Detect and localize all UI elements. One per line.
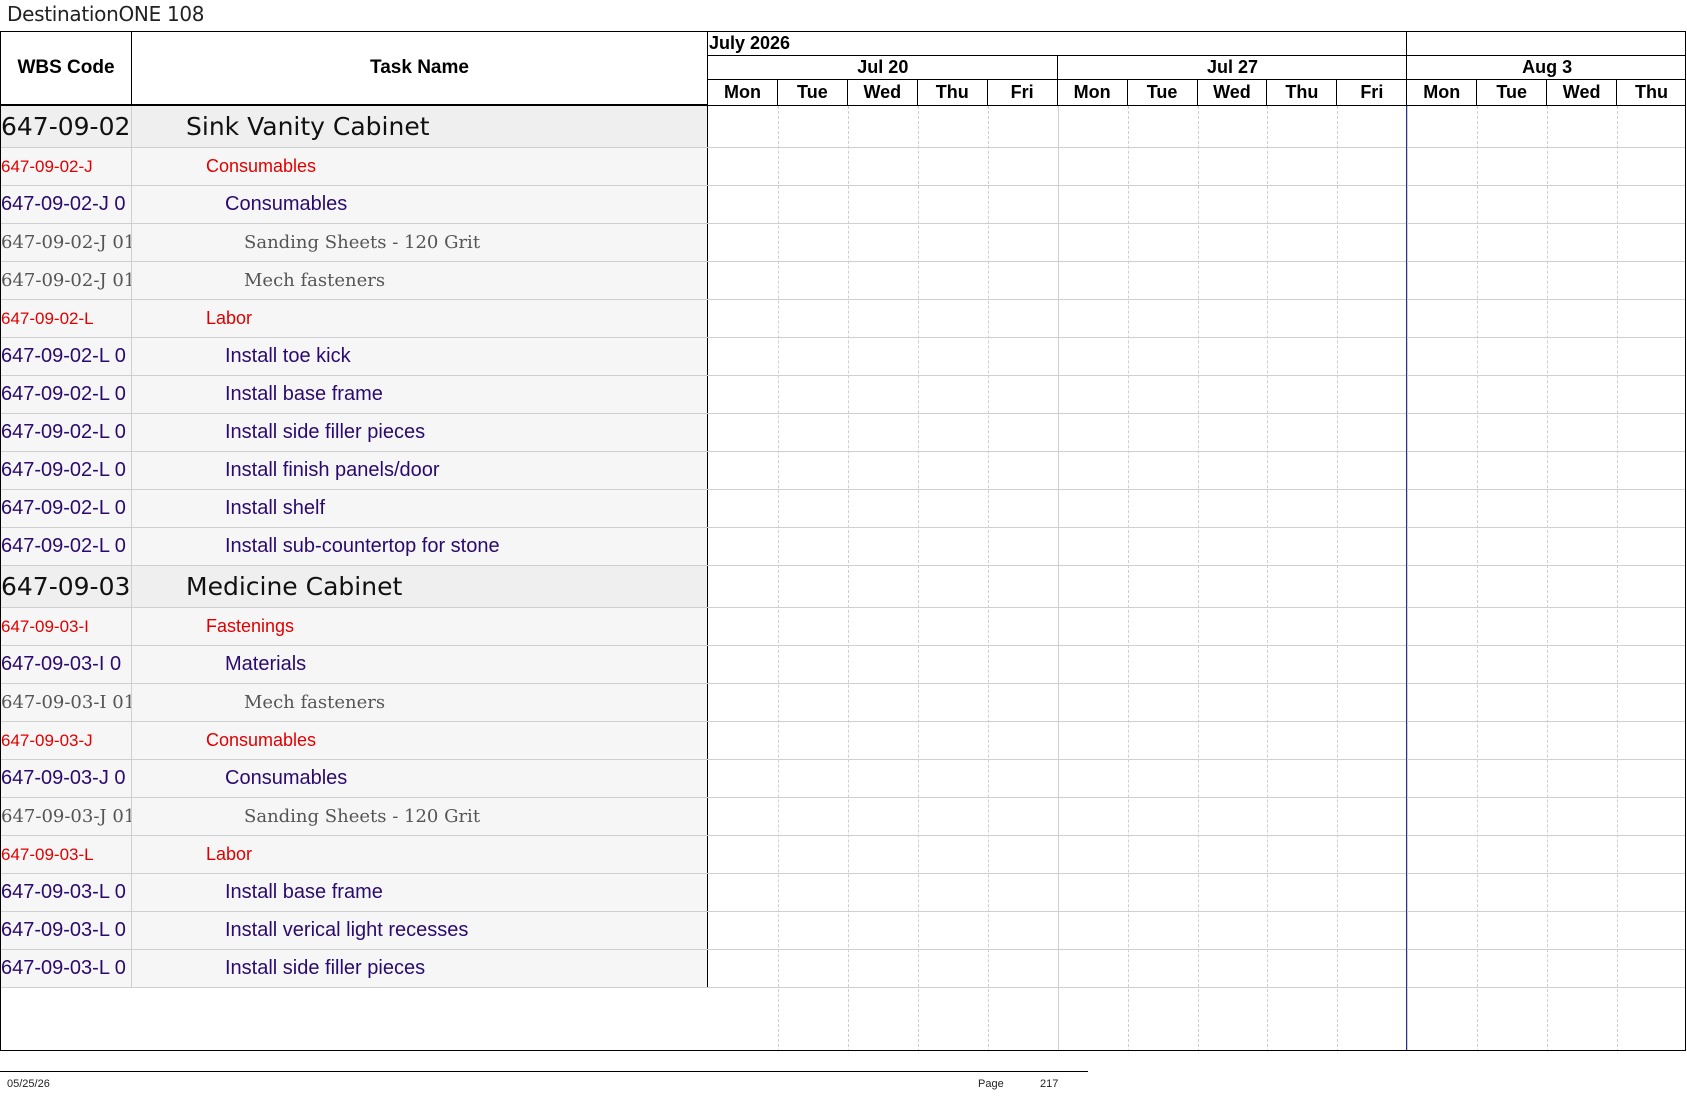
day-header: Fri: [988, 80, 1058, 105]
day-header: Tue: [778, 80, 848, 105]
document-title: DestinationONE 108: [7, 2, 205, 26]
wbs-code-cell: 647-09-03-I: [1, 608, 132, 645]
wbs-code-cell: 647-09-02-J 0: [1, 186, 132, 223]
table-row[interactable]: 647-09-03-I 01- Mech fasteners: [1, 684, 1685, 722]
task-name-cell: Consumables: [132, 148, 708, 185]
footer-page-number: 217: [1040, 1078, 1059, 1090]
wbs-code-cell: 647-09-03-J 0: [1, 760, 132, 797]
day-header: Wed: [848, 80, 918, 105]
table-row[interactable]: 647-09-02-L Labor: [1, 300, 1685, 338]
wbs-code-cell: 647-09-02-J 01: [1, 224, 132, 261]
day-header: Wed: [1547, 80, 1618, 105]
task-name-cell: Materials: [132, 646, 708, 683]
month-header: July 2026: [708, 32, 1408, 56]
day-header: Thu: [1267, 80, 1338, 105]
task-name-cell: Consumables: [132, 722, 708, 759]
table-row[interactable]: 647-09-02-J 0 Consumables: [1, 186, 1685, 224]
wbs-code-cell: 647-09-02-L 0: [1, 452, 132, 489]
task-name-cell: Sanding Sheets - 120 Grit: [132, 798, 708, 835]
table-row[interactable]: 647-09-03 Medicine Cabinet: [1, 566, 1685, 608]
footer-divider: [0, 1071, 1088, 1072]
wbs-code-cell: 647-09-02-L 0: [1, 414, 132, 451]
wbs-code-cell: 647-09-02: [1, 106, 132, 147]
task-name-cell: Install shelf: [132, 490, 708, 527]
wbs-code-cell: 647-09-03-J: [1, 722, 132, 759]
table-row[interactable]: 647-09-03-J 01 Sanding Sheets - 120 Grit: [1, 798, 1685, 836]
table-row[interactable]: 647-09-03-I Fastenings: [1, 608, 1685, 646]
task-name-cell: Medicine Cabinet: [132, 566, 708, 607]
table-row[interactable]: 647-09-03-I 0 Materials: [1, 646, 1685, 684]
day-header: Thu: [918, 80, 988, 105]
wbs-code-cell: 647-09-03: [1, 566, 132, 607]
task-name-cell: Labor: [132, 836, 708, 873]
wbs-code-header[interactable]: WBS Code: [1, 32, 132, 105]
task-name-cell: Install side filler pieces: [132, 950, 708, 987]
table-row[interactable]: 647-09-03-J 0 Consumables: [1, 760, 1685, 798]
table-row[interactable]: 647-09-02-L 0 Install toe kick: [1, 338, 1685, 376]
day-header: Mon: [1407, 80, 1478, 105]
day-header: Wed: [1198, 80, 1268, 105]
wbs-code-cell: 647-09-02-L 0: [1, 528, 132, 565]
table-row[interactable]: 647-09-02-L 0 Install shelf: [1, 490, 1685, 528]
wbs-code-cell: 647-09-02-L 0: [1, 338, 132, 375]
table-row[interactable]: 647-09-02-J Consumables: [1, 148, 1685, 186]
task-name-cell: Sink Vanity Cabinet: [132, 106, 708, 147]
task-name-cell: Mech fasteners: [132, 684, 708, 721]
wbs-code-cell: 647-09-02-J: [1, 148, 132, 185]
wbs-code-cell: 647-09-02-L 0: [1, 490, 132, 527]
table-row[interactable]: 647-09-03-L Labor: [1, 836, 1685, 874]
gantt-sheet: WBS Code Task Name July 2026 Jul 20 Jul 27…: [0, 31, 1686, 1051]
wbs-code-cell: 647-09-02-J 01: [1, 262, 132, 299]
month-header: [1407, 32, 1685, 56]
task-name-cell: Sanding Sheets - 120 Grit: [132, 224, 708, 261]
task-name-cell: Consumables: [132, 186, 708, 223]
week-header: Jul 20: [708, 56, 1058, 80]
task-name-cell: Labor: [132, 300, 708, 337]
table-row[interactable]: 647-09-02-L 0 Install base frame: [1, 376, 1685, 414]
table-row[interactable]: 647-09-03-J Consumables: [1, 722, 1685, 760]
task-name-cell: Install verical light recesses: [132, 912, 708, 949]
day-header: Thu: [1617, 80, 1685, 105]
timeline-header: July 2026 Jul 20 Jul 27 Aug 3 Mon Tue Wed Thu Fr…: [708, 32, 1685, 105]
table-row[interactable]: 647-09-03-L 0 Install side filler pieces: [1, 950, 1685, 988]
week-header: Jul 27: [1057, 56, 1408, 80]
task-name-cell: Install toe kick: [132, 338, 708, 375]
week-divider: [1056, 56, 1058, 80]
footer-date: 05/25/26: [7, 1078, 50, 1090]
task-name-cell: Install sub-countertop for stone: [132, 528, 708, 565]
table-row[interactable]: 647-09-02-L 0 Install side filler pieces: [1, 414, 1685, 452]
wbs-code-cell: 647-09-03-I 0: [1, 646, 132, 683]
day-header: Fri: [1337, 80, 1408, 105]
day-header: Mon: [708, 80, 778, 105]
wbs-code-cell: 647-09-02-L: [1, 300, 132, 337]
wbs-code-cell: 647-09-03-L: [1, 836, 132, 873]
wbs-code-cell: 647-09-03-I 01-: [1, 684, 132, 721]
task-name-cell: Mech fasteners: [132, 262, 708, 299]
wbs-code-cell: 647-09-03-L 0: [1, 912, 132, 949]
task-name-cell: Install side filler pieces: [132, 414, 708, 451]
task-name-cell: Install base frame: [132, 874, 708, 911]
table-row[interactable]: 647-09-02-L 0 Install sub-countertop for …: [1, 528, 1685, 566]
task-name-cell: Install finish panels/door: [132, 452, 708, 489]
wbs-code-cell: 647-09-03-J 01: [1, 798, 132, 835]
day-header: Mon: [1058, 80, 1128, 105]
table-row[interactable]: 647-09-02-L 0 Install finish panels/door: [1, 452, 1685, 490]
task-name-cell: Consumables: [132, 760, 708, 797]
task-name-cell: Fastenings: [132, 608, 708, 645]
table-row[interactable]: 647-09-03-L 0 Install verical light reces…: [1, 912, 1685, 950]
week-divider: [1406, 56, 1408, 80]
table-row[interactable]: 647-09-02-J 01 Sanding Sheets - 120 Grit: [1, 224, 1685, 262]
day-header: Tue: [1128, 80, 1198, 105]
week-header: Aug 3: [1407, 56, 1685, 80]
task-name-header[interactable]: Task Name: [132, 32, 708, 105]
task-name-cell: Install base frame: [132, 376, 708, 413]
wbs-code-cell: 647-09-03-L 0: [1, 950, 132, 987]
day-header: Tue: [1477, 80, 1548, 105]
footer-page-label: Page: [978, 1078, 1004, 1090]
wbs-code-cell: 647-09-02-L 0: [1, 376, 132, 413]
table-row[interactable]: 647-09-03-L 0 Install base frame: [1, 874, 1685, 912]
table-row[interactable]: 647-09-02 Sink Vanity Cabinet: [1, 106, 1685, 148]
table-row[interactable]: 647-09-02-J 01 Mech fasteners: [1, 262, 1685, 300]
wbs-code-cell: 647-09-03-L 0: [1, 874, 132, 911]
